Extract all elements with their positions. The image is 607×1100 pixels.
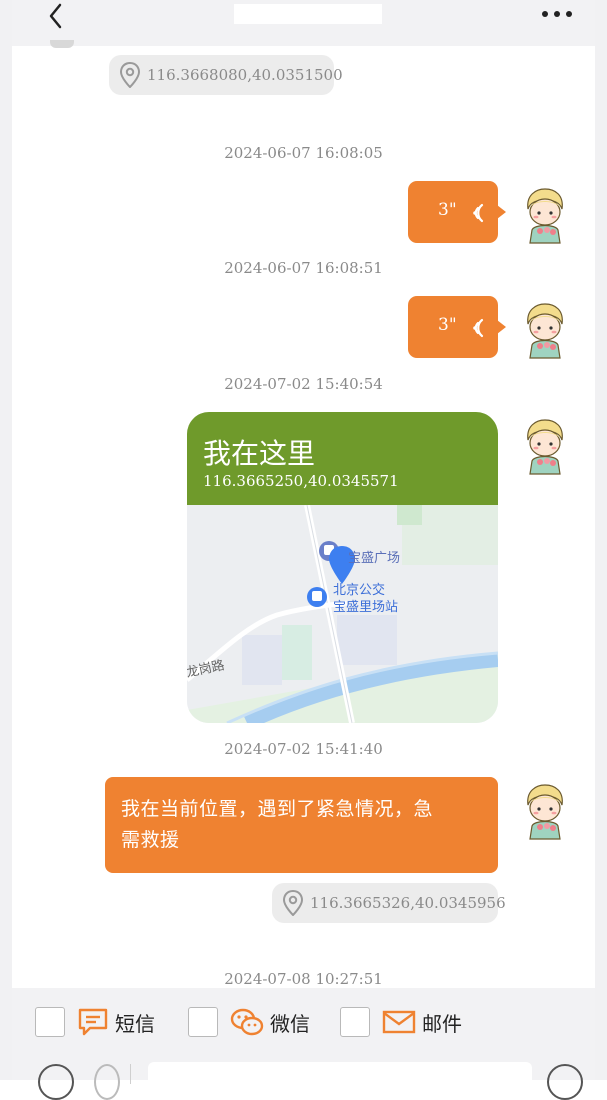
left-margin	[0, 0, 12, 1080]
voice-toggle-button[interactable]	[38, 1064, 74, 1100]
message-text-line: 我在当前位置，遇到了紧急情况，急	[121, 798, 434, 820]
input-row	[12, 1062, 595, 1100]
timestamp: 2024-06-07 16:08:51	[224, 259, 383, 277]
map-image: 宝盛广场 北京公交 宝盛里场站 龙岗路	[187, 505, 498, 723]
send-option-wechat[interactable]: 微信	[188, 1005, 310, 1039]
map-poi-label: 北京公交	[333, 582, 385, 598]
chevron-left-icon	[49, 3, 62, 29]
avatar[interactable]	[520, 300, 570, 360]
sms-icon	[78, 1008, 108, 1036]
message-text-line: 需救援	[121, 829, 180, 851]
mail-checkbox[interactable]	[340, 1007, 370, 1037]
more-actions-button[interactable]	[547, 1064, 583, 1100]
timestamp: 2024-07-02 15:40:54	[224, 375, 383, 393]
avatar-illustration	[527, 419, 563, 475]
send-option-label: 邮件	[422, 1011, 462, 1036]
map-card-coords: 116.3665250,40.0345571	[203, 472, 399, 490]
timestamp: 2024-07-08 10:27:51	[224, 970, 383, 988]
location-chip[interactable]: 116.3665326,40.0345956	[272, 883, 506, 923]
avatar-illustration	[527, 784, 563, 840]
divider	[130, 1064, 131, 1084]
sms-checkbox[interactable]	[35, 1007, 65, 1037]
avatar[interactable]	[520, 185, 570, 245]
location-map-card[interactable]: 我在这里 116.3665250,40.0345571 宝盛广场 北京公交 宝盛…	[187, 412, 498, 723]
top-bar	[12, 0, 595, 46]
mail-icon	[382, 1010, 416, 1034]
wechat-checkbox[interactable]	[188, 1007, 218, 1037]
map-poi-label: 宝盛里场站	[333, 600, 398, 615]
avatar[interactable]	[520, 416, 570, 476]
wechat-icon	[230, 1008, 264, 1036]
more-dots-icon	[542, 11, 572, 17]
send-option-sms[interactable]: 短信	[35, 1005, 155, 1039]
message-input[interactable]	[148, 1062, 532, 1088]
more-button[interactable]	[539, 6, 575, 20]
send-option-mail[interactable]: 邮件	[340, 1005, 462, 1039]
avatar-illustration	[527, 303, 563, 359]
voice-message[interactable]: 3"	[408, 296, 506, 358]
timestamp: 2024-07-02 15:41:40	[224, 740, 383, 758]
location-coords: 116.3665326,40.0345956	[310, 894, 506, 912]
location-coords: 116.3668080,40.0351500	[147, 66, 343, 84]
bus-stop-icon	[307, 587, 327, 607]
text-message[interactable]: 我在当前位置，遇到了紧急情况，急 需救援	[105, 777, 498, 873]
right-margin	[595, 0, 607, 1080]
avatar	[50, 40, 74, 48]
avatar[interactable]	[520, 781, 570, 841]
send-option-label: 短信	[115, 1011, 155, 1036]
timestamp: 2024-06-07 16:08:05	[224, 144, 383, 162]
voice-wave-icon	[473, 203, 484, 223]
avatar-illustration	[527, 188, 563, 244]
voice-wave-icon	[473, 318, 484, 338]
location-pin-icon	[119, 62, 141, 88]
back-button[interactable]	[42, 2, 72, 32]
voice-duration: 3"	[438, 315, 457, 335]
location-chip[interactable]: 116.3668080,40.0351500	[109, 55, 343, 95]
map-poi-label: 宝盛广场	[348, 551, 400, 566]
send-options-panel: 短信 微信 邮件	[12, 988, 595, 1100]
page-title	[234, 4, 382, 24]
send-option-label: 微信	[270, 1011, 310, 1036]
emoji-button[interactable]	[94, 1064, 120, 1100]
voice-message[interactable]: 3"	[408, 181, 506, 243]
map-card-header: 我在这里 116.3665250,40.0345571	[187, 412, 498, 505]
voice-duration: 3"	[438, 200, 457, 220]
map-card-title: 我在这里	[203, 437, 316, 470]
location-pin-icon	[282, 890, 304, 916]
